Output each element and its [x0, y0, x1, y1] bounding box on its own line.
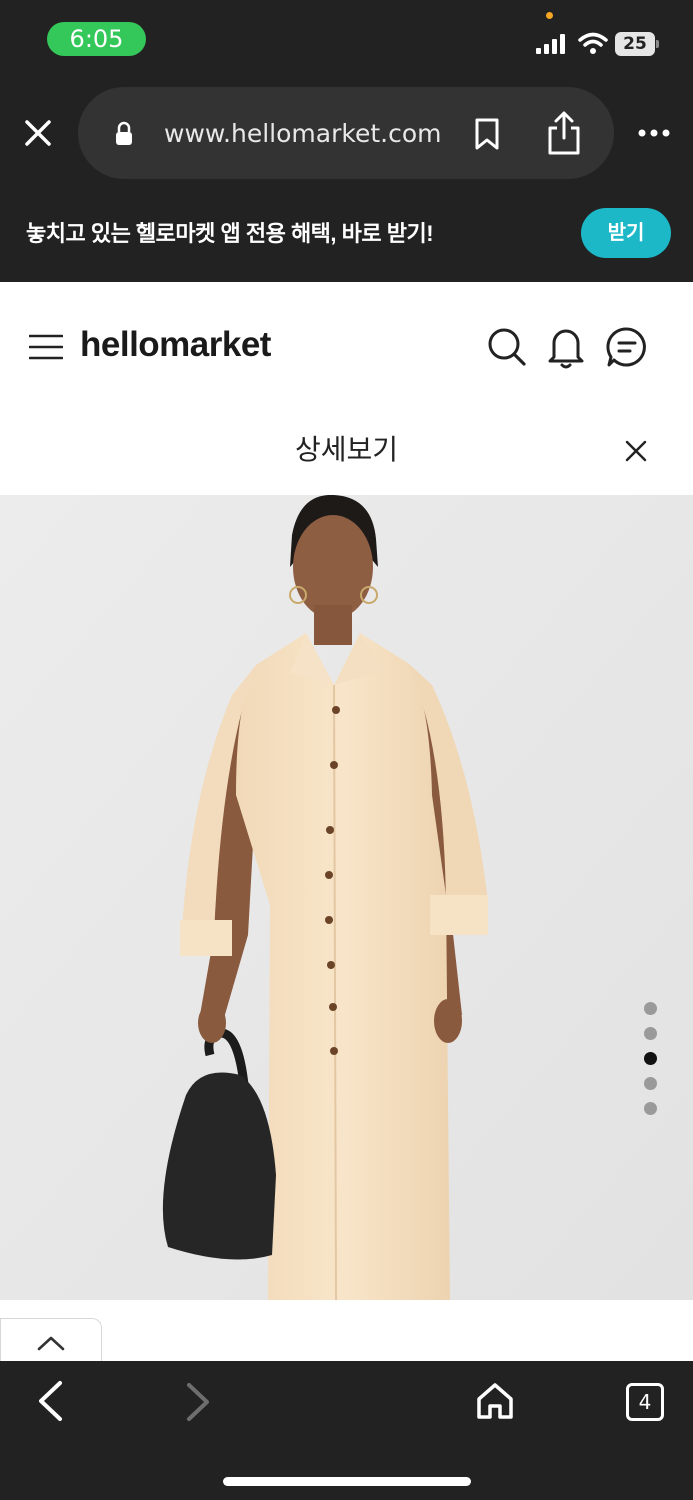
- carousel-pagination[interactable]: [640, 1000, 662, 1120]
- hellomarket-logo[interactable]: hellomarket: [80, 322, 271, 368]
- status-time: 6:05: [47, 22, 146, 56]
- wifi-icon: [578, 32, 608, 54]
- close-detail-icon[interactable]: [625, 440, 647, 462]
- privacy-indicator-dot: [546, 12, 553, 19]
- carousel-dot[interactable]: [644, 1077, 657, 1090]
- menu-icon[interactable]: [29, 333, 63, 361]
- product-photo-illustration: [0, 495, 693, 1300]
- battery-icon: 25: [615, 32, 655, 56]
- product-image[interactable]: [0, 495, 693, 1300]
- tabs-icon[interactable]: 4: [626, 1383, 664, 1421]
- chevron-up-icon: [37, 1336, 65, 1351]
- scroll-top-tab[interactable]: [0, 1318, 102, 1365]
- more-icon[interactable]: [638, 128, 670, 138]
- carousel-dot-active[interactable]: [644, 1052, 657, 1065]
- back-arrow-icon[interactable]: [36, 1380, 64, 1422]
- share-icon[interactable]: [546, 110, 582, 156]
- signal-icon: [536, 34, 565, 54]
- url-text[interactable]: www.hellomarket.com: [164, 116, 441, 152]
- carousel-dot[interactable]: [644, 1027, 657, 1040]
- carousel-dot[interactable]: [644, 1002, 657, 1015]
- home-indicator: [223, 1477, 471, 1486]
- bookmark-icon[interactable]: [474, 117, 500, 151]
- search-icon[interactable]: [487, 327, 527, 367]
- battery-tip: [656, 40, 659, 48]
- forward-arrow-icon[interactable]: [184, 1382, 212, 1422]
- close-icon[interactable]: [24, 119, 52, 147]
- carousel-dot[interactable]: [644, 1102, 657, 1115]
- page-title: 상세보기: [294, 434, 399, 465]
- promo-text: 놓치고 있는 헬로마켓 앱 전용 해택, 바로 받기!: [26, 221, 434, 246]
- lock-icon: [116, 121, 132, 145]
- chat-icon[interactable]: [606, 326, 648, 368]
- bell-icon[interactable]: [546, 325, 586, 369]
- home-icon[interactable]: [476, 1382, 514, 1420]
- get-app-button[interactable]: 받기: [581, 208, 671, 258]
